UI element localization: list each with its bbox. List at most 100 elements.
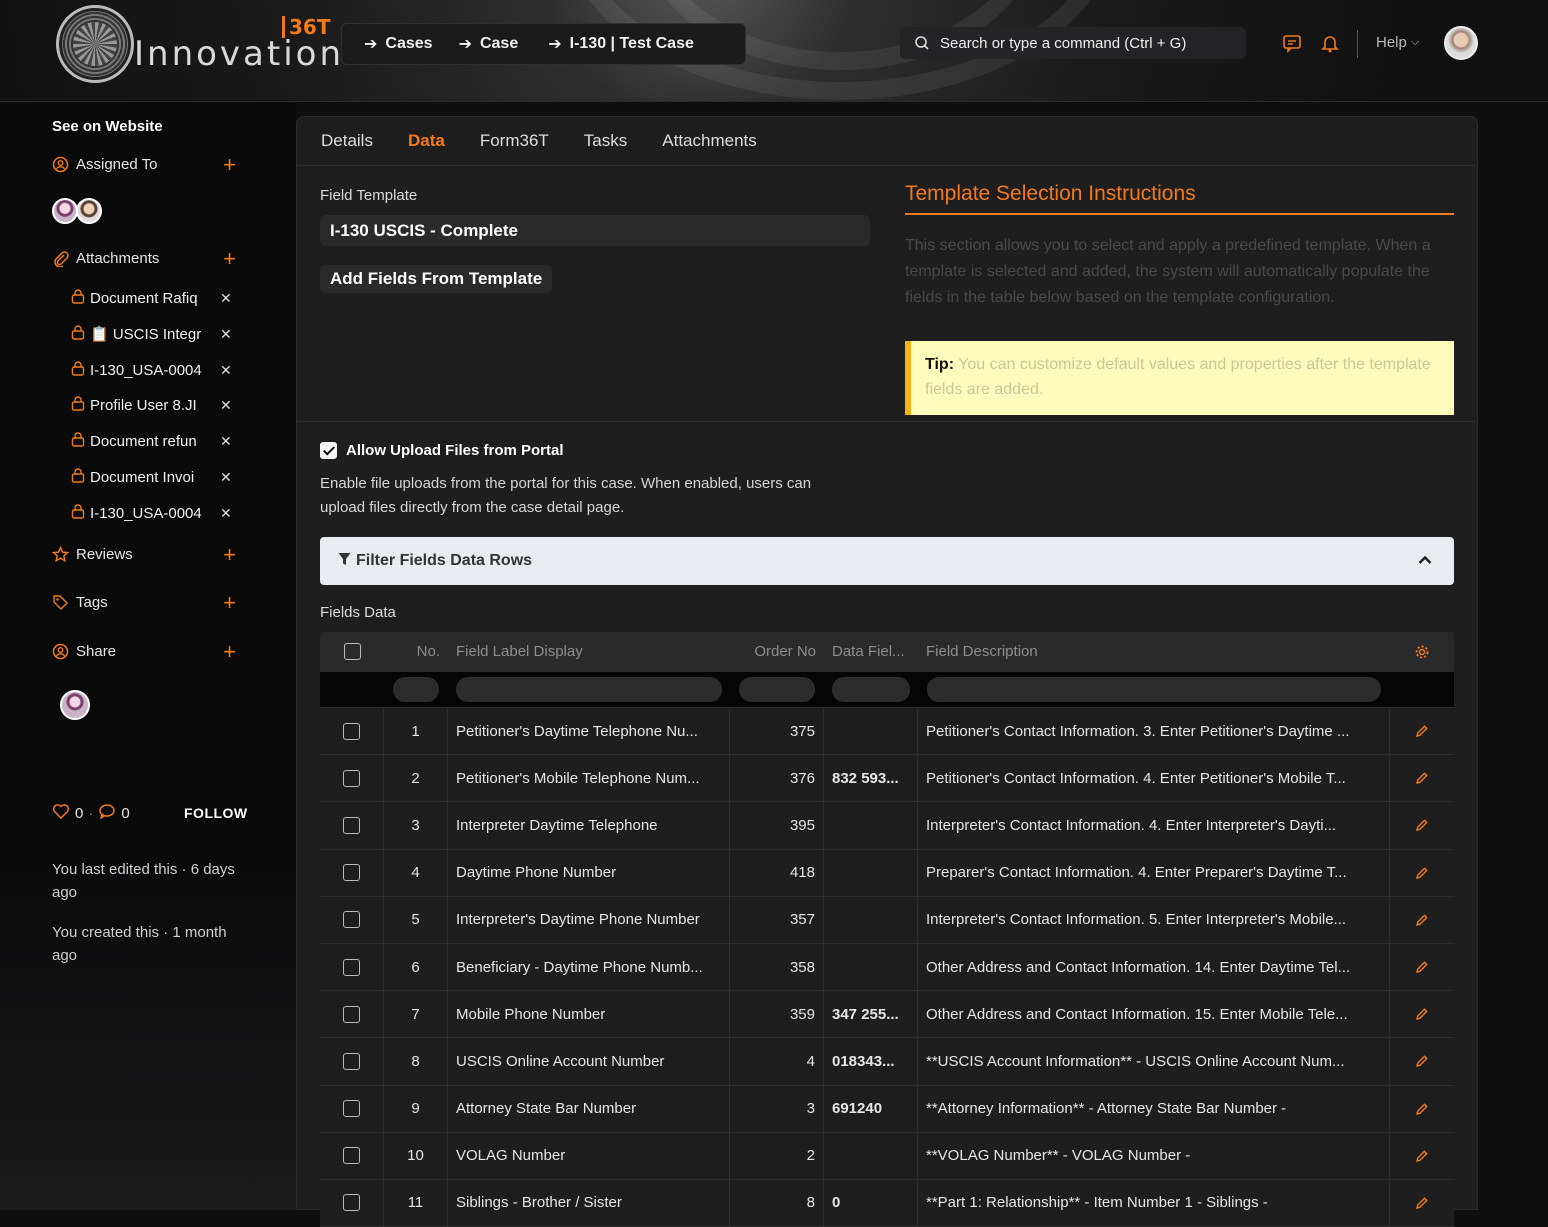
tab-details[interactable]: Details [321,131,373,151]
avatar[interactable] [76,198,102,224]
field-label-display: Mobile Phone Number [448,991,730,1038]
field-template-label: Field Template [320,187,418,204]
lock-icon [70,467,90,487]
row-checkbox[interactable] [343,1052,360,1070]
order-no: 358 [730,943,824,991]
row-checkbox[interactable] [343,769,360,787]
table-row[interactable]: 4 Daytime Phone Number 418 Preparer's Co… [320,849,1454,897]
heart-icon[interactable] [52,803,70,823]
row-checkbox[interactable] [343,958,360,976]
follow-button[interactable]: FOLLOW [184,805,248,821]
edit-pencil-icon[interactable] [1390,708,1454,754]
bell-icon[interactable] [1319,32,1341,54]
attachment-item[interactable]: I-130_USA-0004 ✕ [70,503,240,523]
order-no: 359 [730,991,824,1038]
column-header[interactable]: Data Fiel... [824,632,918,671]
select-all-checkbox[interactable] [343,643,361,660]
row-checkbox[interactable] [343,864,360,882]
row-checkbox[interactable] [343,1100,360,1118]
row-checkbox[interactable] [343,1194,360,1212]
breadcrumb-item-current[interactable]: ➔ I-130 | Test Case [548,34,694,54]
breadcrumb-item-case[interactable]: ➔ Case [459,34,519,54]
row-checkbox[interactable] [343,722,360,740]
attachment-item[interactable]: Document Invoi ✕ [70,467,240,487]
table-row[interactable]: 1 Petitioner's Daytime Telephone Nu... 3… [320,708,1454,756]
add-assignee-button[interactable]: + [223,153,236,176]
row-checkbox[interactable] [343,1147,360,1165]
help-menu[interactable]: Help ⌵ [1376,34,1419,51]
avatar[interactable] [60,690,90,720]
table-row[interactable]: 11 Siblings - Brother / Sister 8 0 **Par… [320,1179,1454,1227]
add-tag-button[interactable]: + [223,591,236,614]
edit-pencil-icon[interactable] [1390,1133,1454,1179]
tab-tasks[interactable]: Tasks [584,131,627,151]
column-header[interactable]: Order No [730,632,824,671]
attachment-item[interactable]: Profile User 8.JI ✕ [70,395,240,415]
column-header[interactable]: No. [384,632,448,671]
gear-icon[interactable] [1390,632,1454,671]
add-attachment-button[interactable]: + [223,247,236,270]
allow-upload-checkbox[interactable] [320,442,337,459]
edit-pencil-icon[interactable] [1390,1180,1454,1226]
attachment-item[interactable]: 📋 USCIS Integr ✕ [70,324,240,344]
remove-attachment-icon[interactable]: ✕ [220,290,232,307]
attachment-item[interactable]: I-130_USA-0004 ✕ [70,360,240,380]
filter-input[interactable] [739,677,815,702]
remove-attachment-icon[interactable]: ✕ [220,433,232,450]
row-number: 10 [384,1132,448,1179]
row-number: 8 [384,1038,448,1085]
comment-icon[interactable] [98,803,116,823]
row-checkbox[interactable] [343,1005,360,1023]
column-header[interactable]: Field Label Display [448,632,730,671]
edit-pencil-icon[interactable] [1390,991,1454,1037]
edit-pencil-icon[interactable] [1390,755,1454,801]
comment-count: 0 [121,804,130,822]
add-fields-from-template-button[interactable]: Add Fields From Template [320,265,553,293]
column-header[interactable]: Field Description [918,632,1390,671]
lock-icon [70,503,90,523]
table-row[interactable]: 10 VOLAG Number 2 **VOLAG Number** - VOL… [320,1132,1454,1180]
add-share-button[interactable]: + [223,640,236,663]
table-row[interactable]: 3 Interpreter Daytime Telephone 395 Inte… [320,802,1454,850]
avatar[interactable] [52,198,78,224]
filter-fields-toggle[interactable]: Filter Fields Data Rows [320,537,1454,585]
table-row[interactable]: 9 Attorney State Bar Number 3 691240 **A… [320,1085,1454,1133]
attachment-item[interactable]: Document Rafiq ✕ [70,288,240,308]
logo-seal-icon[interactable] [56,5,134,83]
chevron-up-icon [1418,552,1432,570]
tab-data[interactable]: Data [408,131,445,151]
filter-input[interactable] [832,677,910,702]
filter-input[interactable] [456,677,722,702]
table-row[interactable]: 5 Interpreter's Daytime Phone Number 357… [320,896,1454,944]
remove-attachment-icon[interactable]: ✕ [220,469,232,486]
attachment-item[interactable]: Document refun ✕ [70,431,240,451]
filter-input[interactable] [393,677,439,702]
chat-icon[interactable] [1281,32,1303,54]
table-row[interactable]: 2 Petitioner's Mobile Telephone Num... 3… [320,755,1454,803]
table-row[interactable]: 7 Mobile Phone Number 359 347 255... Oth… [320,991,1454,1039]
see-on-website-link[interactable]: See on Website [52,118,163,135]
tab-attachments[interactable]: Attachments [662,131,757,151]
remove-attachment-icon[interactable]: ✕ [220,505,232,522]
search-input[interactable] [940,34,1230,52]
edit-pencil-icon[interactable] [1390,850,1454,896]
tab-form36t[interactable]: Form36T [480,131,549,151]
edit-pencil-icon[interactable] [1390,1086,1454,1132]
edit-pencil-icon[interactable] [1390,944,1454,990]
filter-input[interactable] [927,677,1381,702]
edit-pencil-icon[interactable] [1390,897,1454,943]
order-no: 376 [730,755,824,802]
remove-attachment-icon[interactable]: ✕ [220,326,232,343]
table-row[interactable]: 6 Beneficiary - Daytime Phone Numb... 35… [320,943,1454,992]
breadcrumb-item-cases[interactable]: ➔ Cases [364,34,433,54]
row-checkbox[interactable] [343,911,360,929]
field-template-select[interactable]: I-130 USCIS - Complete [320,215,870,246]
table-row[interactable]: 8 USCIS Online Account Number 4 018343..… [320,1038,1454,1086]
row-checkbox[interactable] [343,816,360,834]
edit-pencil-icon[interactable] [1390,802,1454,848]
user-avatar[interactable] [1444,26,1478,60]
add-review-button[interactable]: + [223,543,236,566]
remove-attachment-icon[interactable]: ✕ [220,362,232,379]
remove-attachment-icon[interactable]: ✕ [220,397,232,414]
edit-pencil-icon[interactable] [1390,1038,1454,1084]
